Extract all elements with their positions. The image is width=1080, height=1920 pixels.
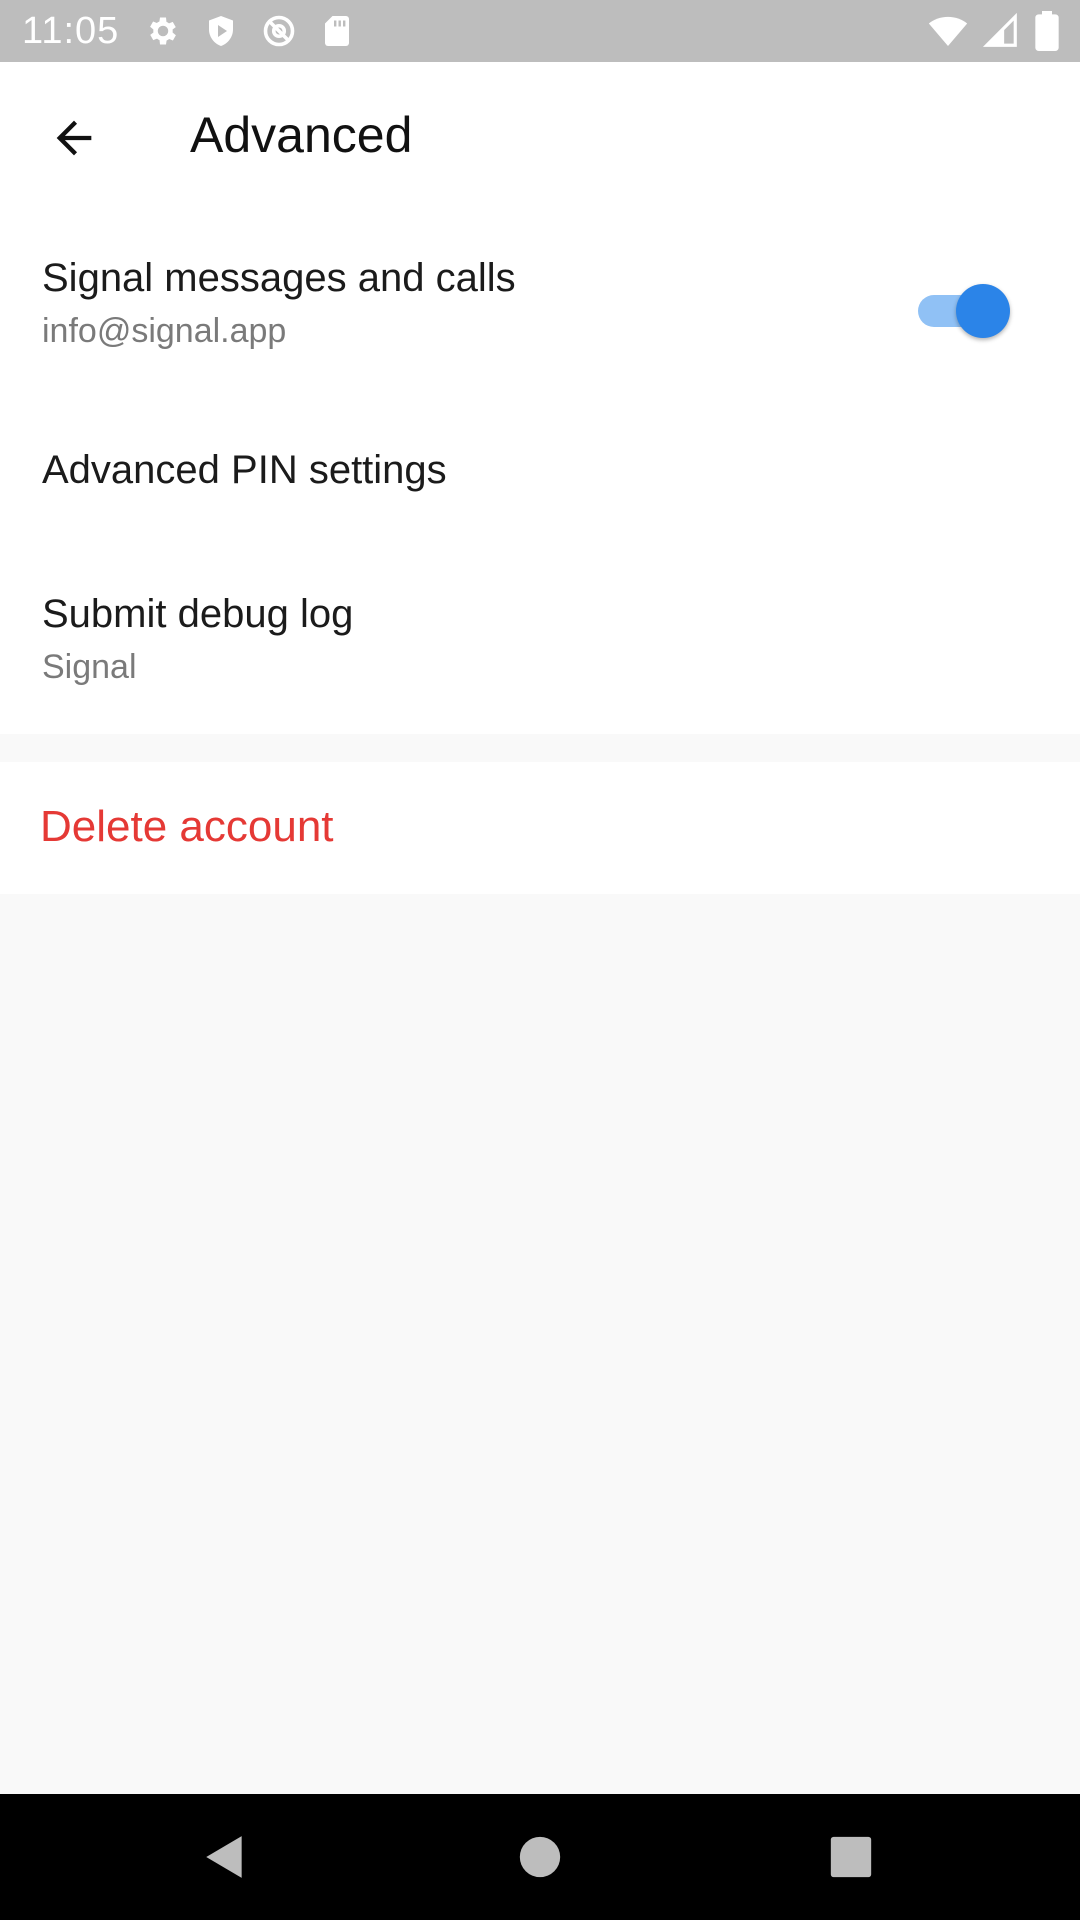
settings-list: Signal messages and calls info@signal.ap…	[0, 212, 1080, 734]
debug-log-title: Submit debug log	[42, 592, 354, 636]
cellular-signal-icon	[982, 12, 1017, 47]
sd-card-icon	[325, 16, 350, 46]
status-system-icons	[928, 0, 1060, 62]
nav-home-button[interactable]	[507, 1824, 573, 1890]
toggle-thumb	[956, 284, 1010, 338]
status-bar: 11:05	[0, 0, 1080, 62]
nav-recents-button[interactable]	[818, 1824, 884, 1890]
delete-account-section: Delete account	[0, 762, 1080, 894]
advanced-pin-setting[interactable]: Advanced PIN settings	[0, 398, 1080, 542]
signal-messages-subtitle: info@signal.app	[42, 312, 287, 350]
arrow-back-icon	[56, 120, 92, 156]
signal-messages-title: Signal messages and calls	[42, 256, 516, 300]
back-button[interactable]	[34, 98, 114, 178]
status-time: 11:05	[22, 9, 120, 52]
nav-recents-icon	[830, 1836, 872, 1878]
nav-back-button[interactable]	[192, 1824, 258, 1890]
settings-icon	[150, 17, 177, 45]
delete-account-button[interactable]: Delete account	[40, 802, 334, 852]
wifi-icon	[928, 16, 968, 46]
signal-messages-toggle[interactable]	[912, 280, 1012, 340]
battery-icon	[1035, 11, 1059, 51]
status-notification-icons	[145, 13, 355, 49]
at-sign-icon	[263, 15, 295, 47]
page-title: Advanced	[190, 107, 413, 163]
shield-icon	[209, 16, 234, 46]
app-bar: Advanced	[0, 62, 1080, 212]
nav-back-icon	[206, 1836, 242, 1878]
nav-home-icon	[519, 1836, 561, 1878]
debug-log-subtitle: Signal	[42, 648, 137, 686]
signal-messages-setting[interactable]: Signal messages and calls info@signal.ap…	[0, 212, 1080, 398]
navigation-bar	[0, 1794, 1080, 1920]
debug-log-setting[interactable]: Submit debug log Signal	[0, 542, 1080, 734]
advanced-pin-title: Advanced PIN settings	[42, 448, 447, 492]
